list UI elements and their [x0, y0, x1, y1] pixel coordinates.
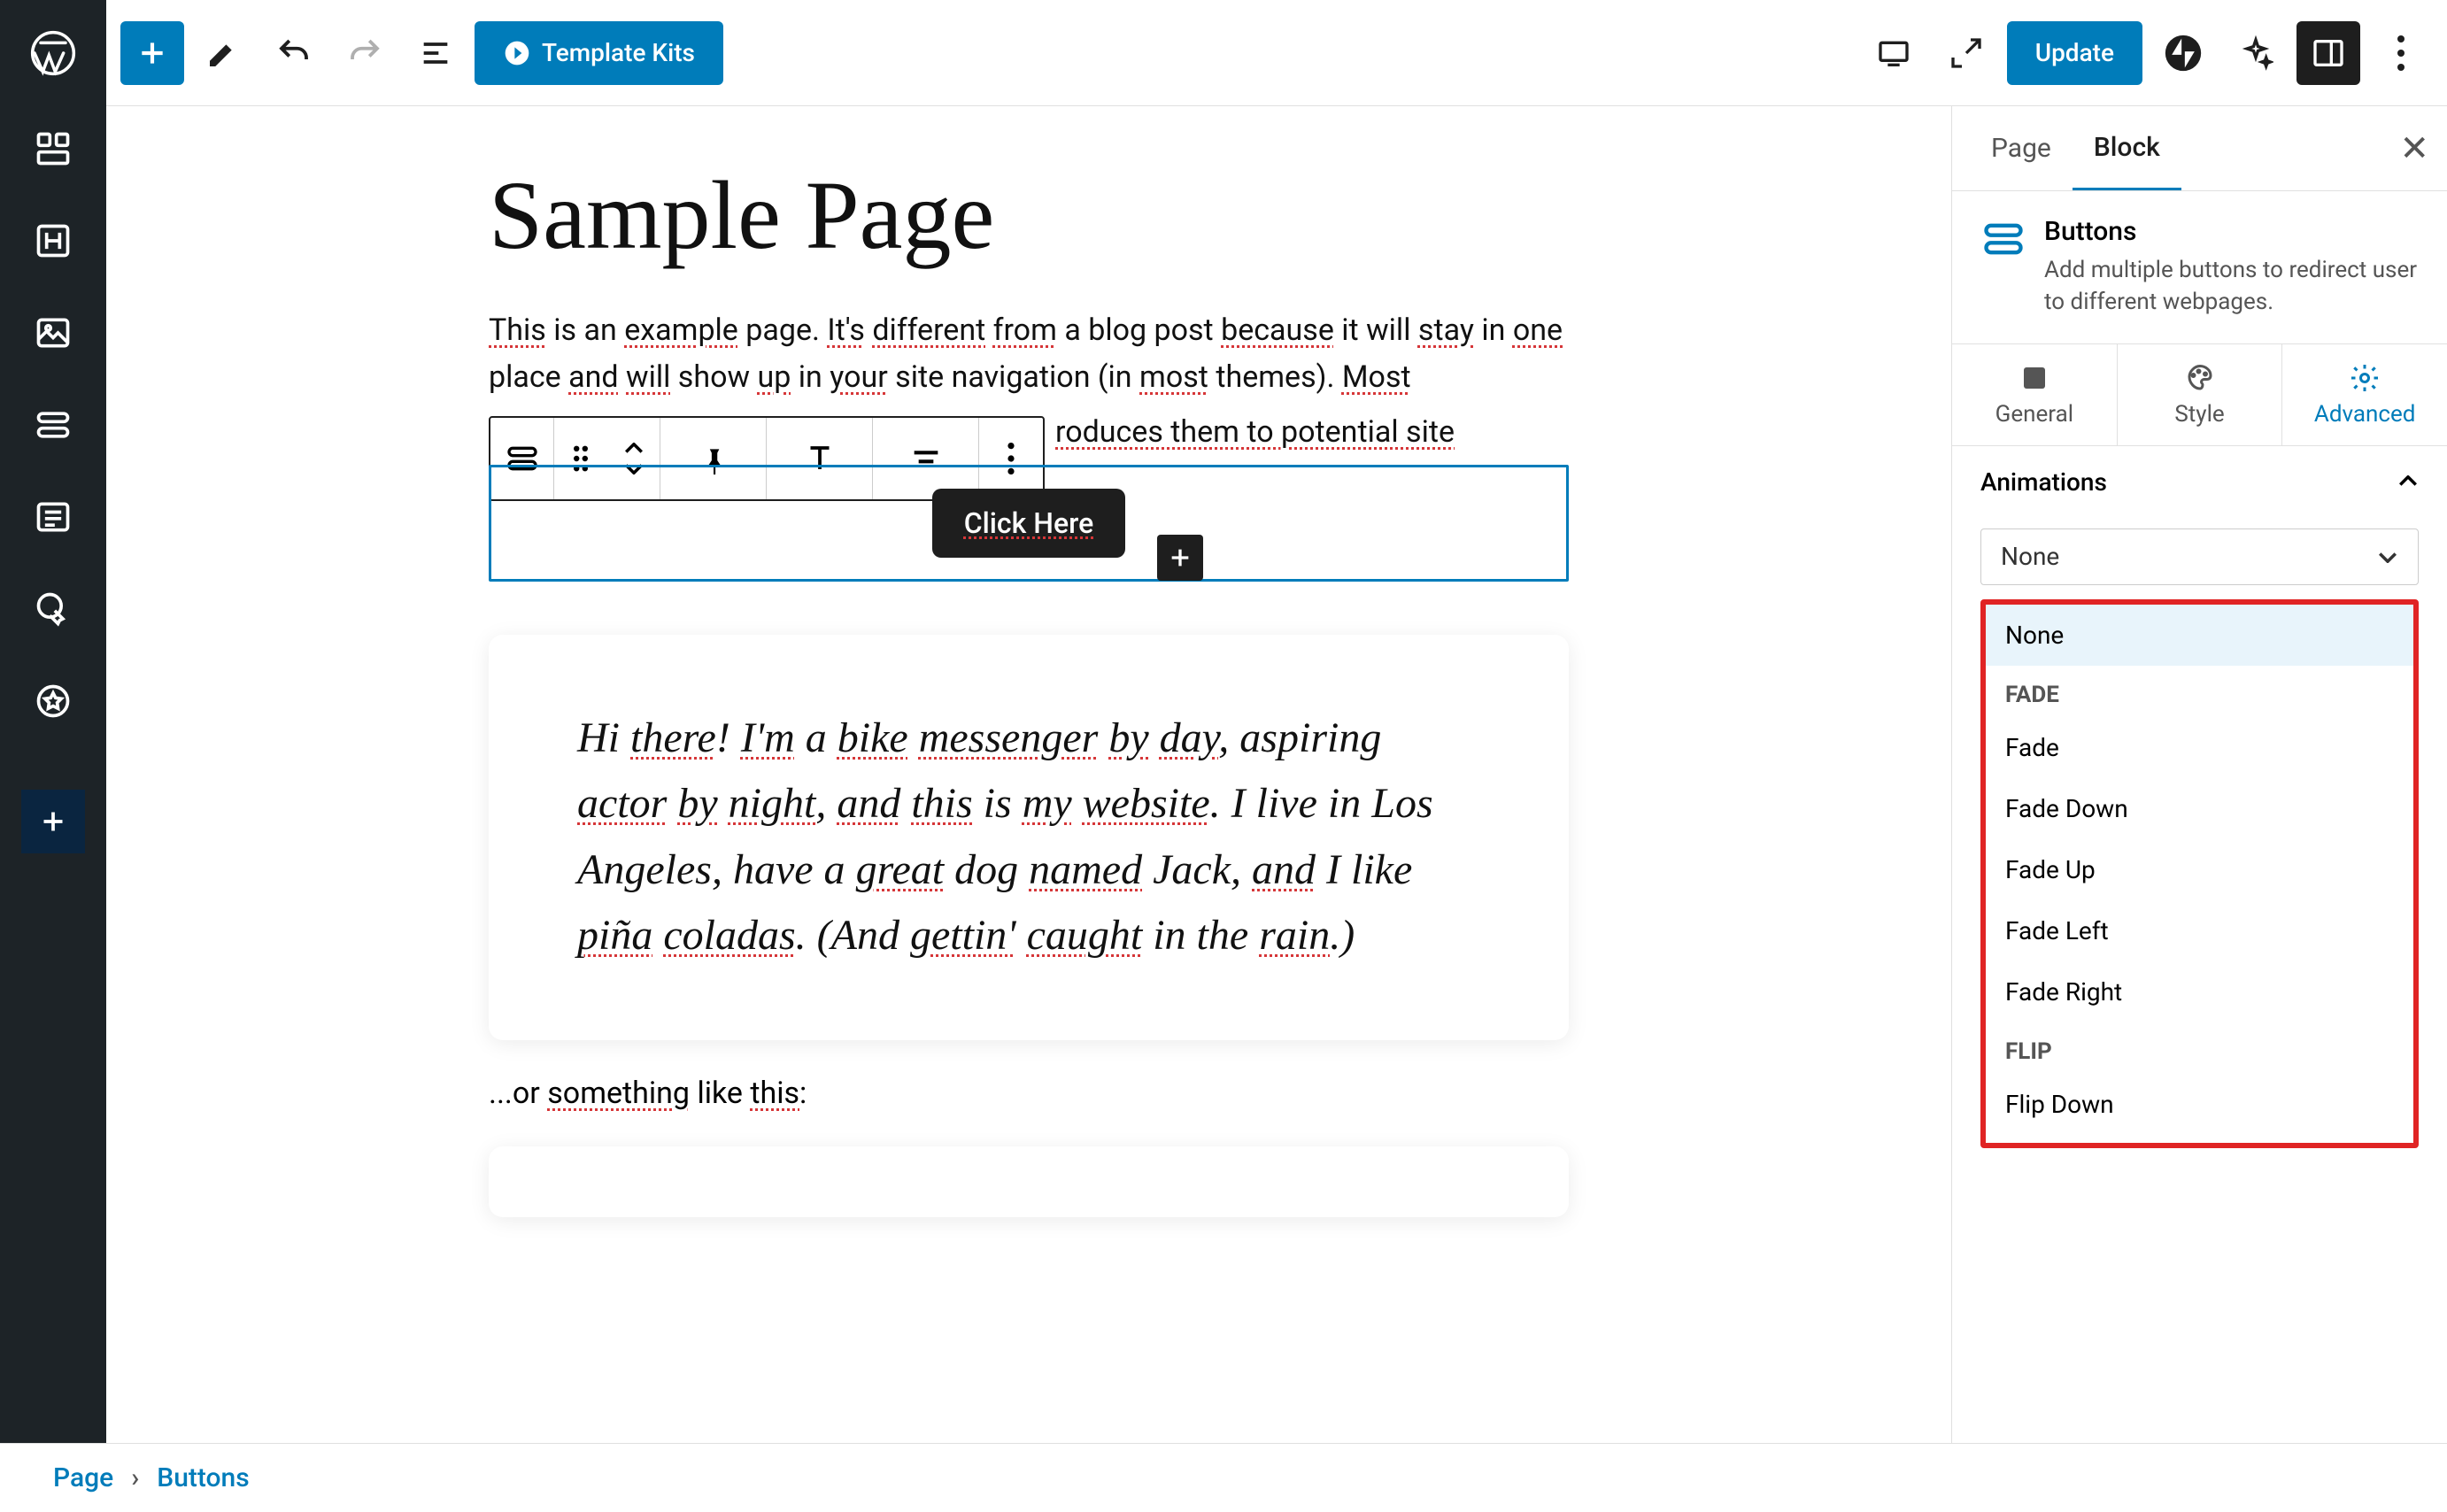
sidebar-cursor-icon[interactable]	[28, 584, 78, 634]
breadcrumb-page[interactable]: Page	[53, 1462, 113, 1493]
update-button[interactable]: Update	[2007, 21, 2142, 85]
sidebar-add-button[interactable]	[21, 790, 85, 853]
page-title[interactable]: Sample Page	[489, 159, 1569, 272]
sidebar-heading-icon[interactable]	[28, 216, 78, 266]
top-toolbar: Template Kits Update	[0, 0, 2447, 106]
subtab-style[interactable]: Style	[2118, 344, 2283, 445]
buttons-block[interactable]: Click Here	[489, 465, 1569, 582]
option-fade-down[interactable]: Fade Down	[1986, 778, 2413, 839]
redo-button[interactable]	[333, 21, 397, 85]
buttons-block-icon	[1980, 216, 2026, 262]
editor-canvas[interactable]: Sample Page This is an example page. It'…	[106, 106, 1951, 1443]
sidebar-image-icon[interactable]	[28, 308, 78, 358]
move-up-button[interactable]	[623, 443, 645, 455]
option-fade[interactable]: Fade	[1986, 717, 2413, 778]
paragraph-block[interactable]: This is an example page. It's different …	[489, 307, 1569, 400]
subtab-advanced[interactable]: Advanced	[2282, 344, 2447, 445]
option-fade-right[interactable]: Fade Right	[1986, 961, 2413, 1022]
view-button[interactable]	[1862, 21, 1926, 85]
block-info: Buttons Add multiple buttons to redirect…	[1952, 191, 2447, 343]
chevron-up-icon	[2397, 475, 2419, 488]
template-kits-label: Template Kits	[542, 38, 695, 67]
options-button[interactable]	[2369, 21, 2433, 85]
close-sidebar-button[interactable]: ✕	[2399, 127, 2429, 169]
button-item[interactable]: Click Here	[932, 489, 1126, 558]
jetpack-button[interactable]	[2151, 21, 2215, 85]
option-flip-down[interactable]: Flip Down	[1986, 1074, 2413, 1135]
document-overview-button[interactable]	[404, 21, 467, 85]
animation-select[interactable]: None	[1980, 528, 2419, 585]
wordpress-logo[interactable]	[0, 0, 106, 106]
add-button-inline[interactable]	[1157, 535, 1203, 581]
breadcrumb: Page › Buttons	[0, 1443, 2447, 1512]
quote-block[interactable]: Hi there! I'm a bike messenger by day, a…	[489, 635, 1569, 1040]
undo-button[interactable]	[262, 21, 326, 85]
breadcrumb-block[interactable]: Buttons	[157, 1462, 249, 1493]
add-block-button[interactable]	[120, 21, 184, 85]
left-sidebar	[0, 106, 106, 1443]
quote-text: Hi there! I'm a bike messenger by day, a…	[577, 706, 1480, 969]
settings-sidebar: Page Block ✕ Buttons Add multiple button…	[1951, 106, 2447, 1443]
sidebar-blocks-icon[interactable]	[28, 124, 78, 174]
tab-page[interactable]: Page	[1970, 106, 2073, 190]
chevron-right-icon: ›	[131, 1462, 139, 1493]
subtab-general[interactable]: General	[1952, 344, 2118, 445]
animation-dropdown: None FADE Fade Fade Down Fade Up Fade Le…	[1980, 599, 2419, 1148]
section-animations[interactable]: Animations	[1952, 446, 2447, 518]
tab-block[interactable]: Block	[2073, 106, 2181, 190]
option-group-flip: FLIP	[1986, 1022, 2413, 1074]
paragraph-block-3[interactable]: ...or something like this:	[489, 1076, 1569, 1111]
preview-button[interactable]	[1934, 21, 1998, 85]
sidebar-list-icon[interactable]	[28, 492, 78, 542]
option-none[interactable]: None	[1986, 605, 2413, 666]
sidebar-buttons-icon[interactable]	[28, 400, 78, 450]
sidebar-star-icon[interactable]	[28, 676, 78, 726]
template-kits-button[interactable]: Template Kits	[475, 21, 723, 85]
option-fade-left[interactable]: Fade Left	[1986, 900, 2413, 961]
update-label: Update	[2035, 38, 2114, 67]
option-group-fade: FADE	[1986, 666, 2413, 717]
chevron-down-icon	[2377, 551, 2398, 563]
button-label: Click Here	[964, 506, 1094, 540]
block-description: Add multiple buttons to redirect user to…	[2044, 254, 2419, 319]
ai-button[interactable]	[2224, 21, 2288, 85]
empty-block[interactable]	[489, 1146, 1569, 1217]
option-fade-up[interactable]: Fade Up	[1986, 839, 2413, 900]
settings-sidebar-toggle[interactable]	[2296, 21, 2360, 85]
tools-button[interactable]	[191, 21, 255, 85]
block-title: Buttons	[2044, 216, 2419, 247]
